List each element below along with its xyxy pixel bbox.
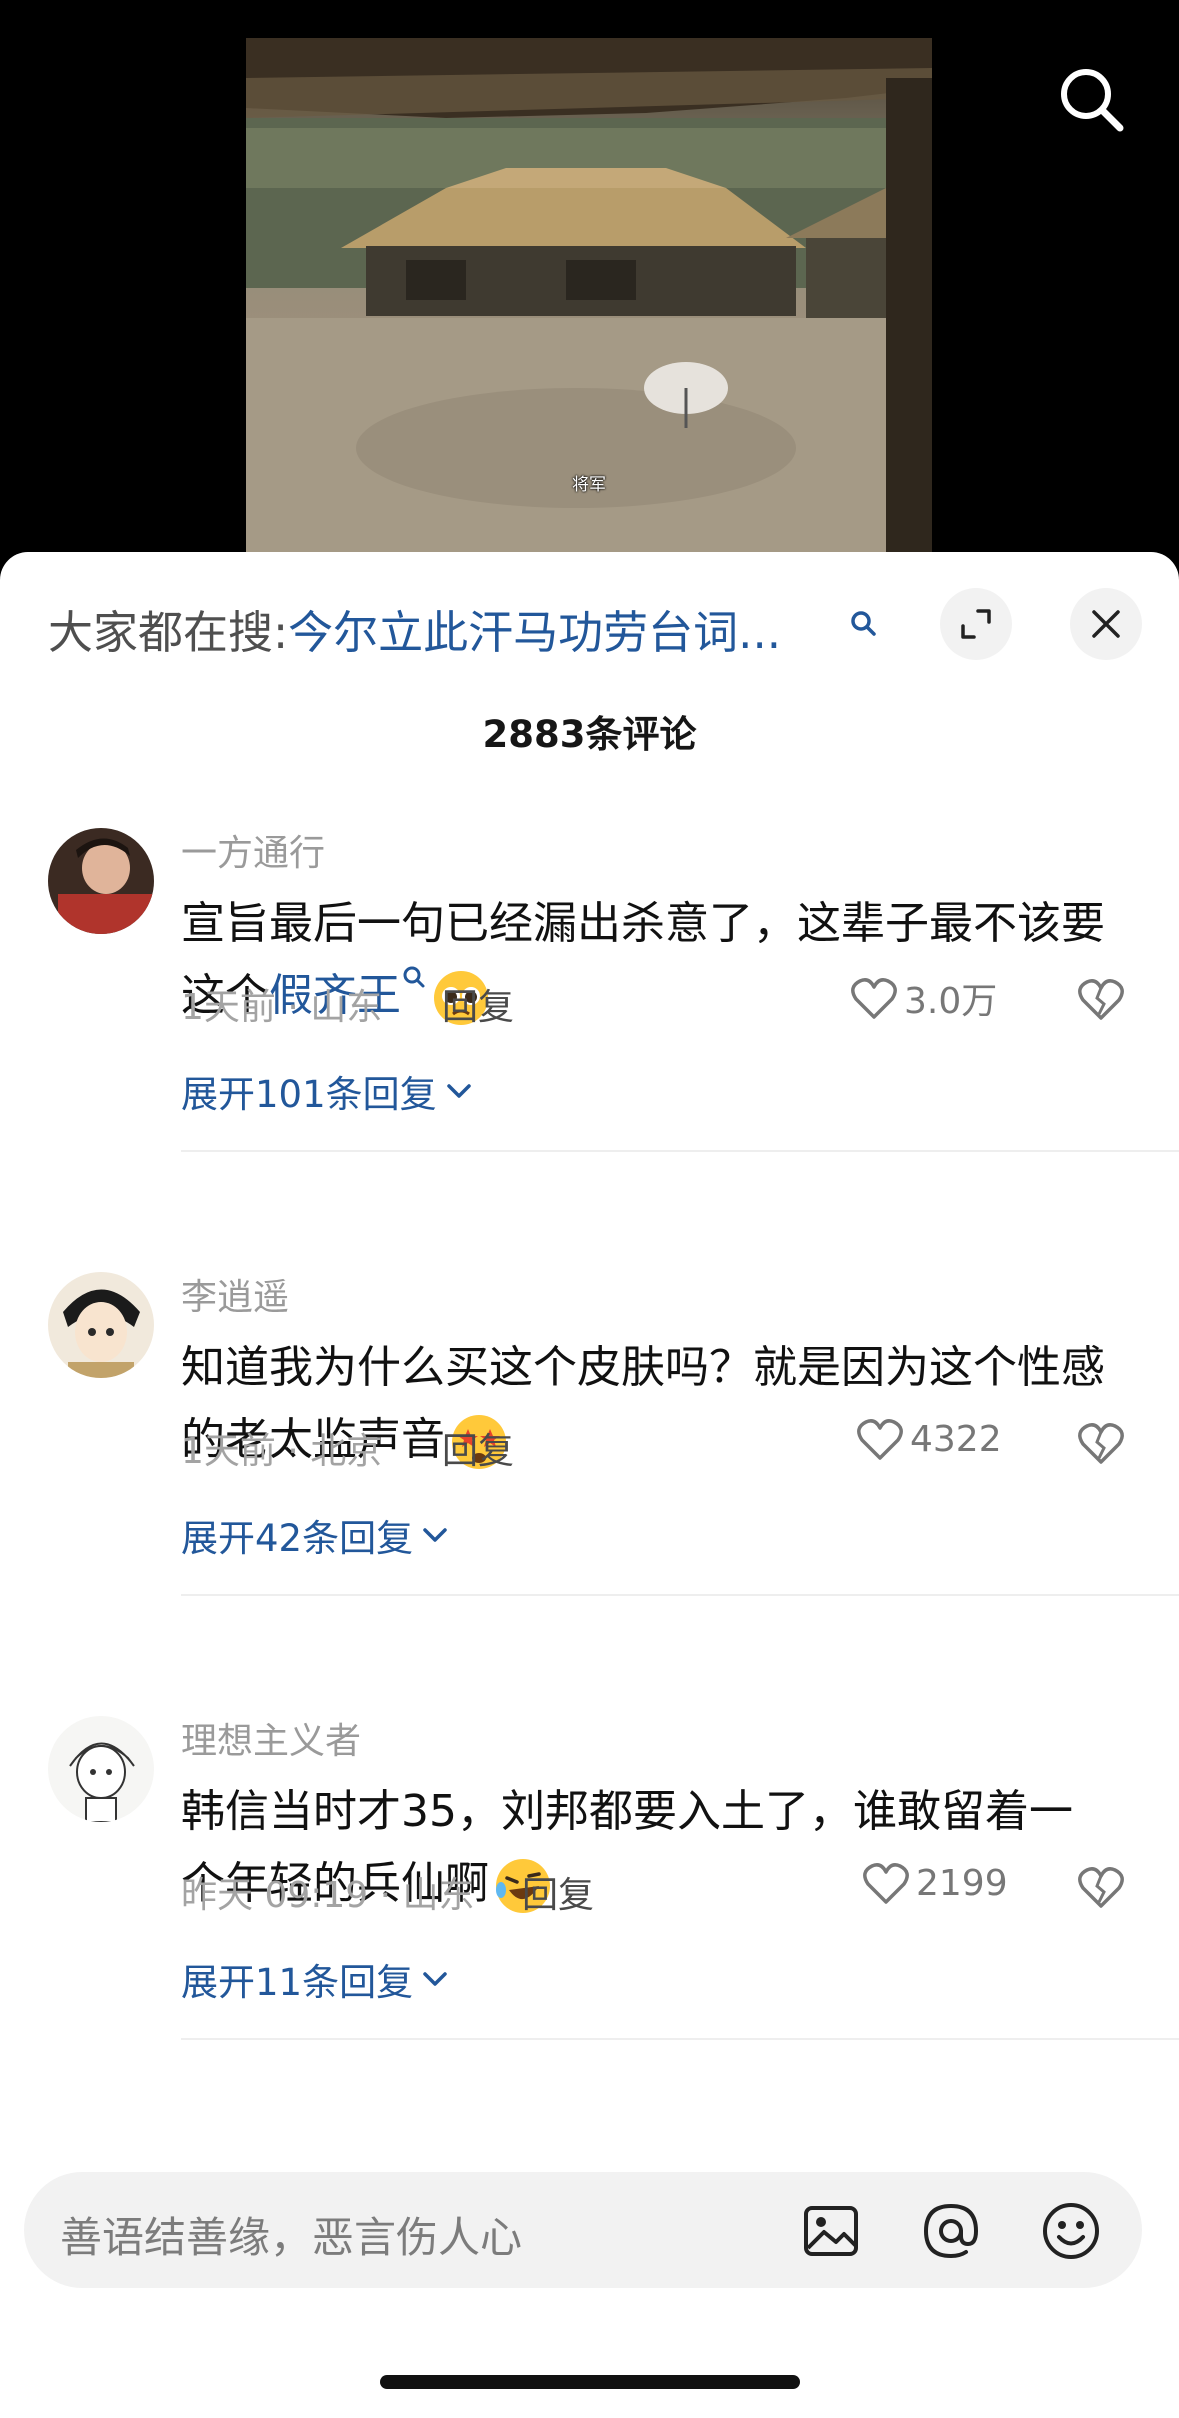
like-button[interactable]: 2199 [862,1860,1008,1906]
comment-count: 2883条评论 [482,713,697,756]
search-icon[interactable] [401,964,427,992]
divider [181,1594,1179,1596]
close-button[interactable] [1070,588,1142,660]
video-subtitle: 将军 [572,475,606,495]
comment-time-location: 1天前 · 山东 [181,987,383,1028]
avatar[interactable] [48,1716,154,1822]
broken-heart-icon[interactable] [1076,1418,1126,1468]
chevron-down-icon [446,1084,471,1098]
expand-replies-label: 展开101条回复 [181,1073,437,1116]
avatar[interactable] [48,1272,154,1378]
reply-button[interactable]: 回复 [442,978,514,1030]
comment-input[interactable]: 善语结善缘，恶言伤人心 [24,2172,1142,2288]
heart-icon [857,1419,903,1460]
trending-search-prefix: 大家都在搜: [48,605,289,659]
comment-author[interactable]: 李逍遥 [181,1268,289,1320]
like-count: 4322 [910,1418,1002,1460]
comment-sheet: 大家都在搜: 今尔立此汗马功劳台词... 2883条评论 一方通行 宣旨最后一句… [0,552,1179,2418]
expand-replies-link[interactable]: 展开11条回复 [181,1952,451,2006]
expand-replies-link[interactable]: 展开42条回复 [181,1508,451,1562]
heart-icon [863,1863,909,1904]
chevron-down-icon [423,1972,447,1986]
expand-button[interactable] [940,588,1012,660]
image-icon[interactable] [800,2200,862,2262]
like-button[interactable]: 4322 [856,1416,1002,1462]
expand-replies-label: 展开11条回复 [181,1961,414,2004]
like-count: 3.0万 [904,981,998,1022]
chevron-down-icon [423,1528,447,1542]
like-button[interactable]: 3.0万 [850,972,997,1024]
close-icon [1092,610,1120,638]
divider [181,1150,1179,1152]
trending-search-query[interactable]: 今尔立此汗马功劳台词... [288,596,781,661]
divider [181,2038,1179,2040]
home-indicator[interactable] [380,2375,800,2389]
comment-time-location: 1天前 · 北京 [181,1431,383,1472]
heart-icon [851,978,897,1019]
search-icon[interactable] [848,608,878,642]
comment-input-placeholder: 善语结善缘，恶言伤人心 [60,2213,523,2262]
expand-icon [961,609,991,639]
broken-heart-icon[interactable] [1076,1862,1126,1912]
mention-icon[interactable] [920,2200,982,2262]
comment-author[interactable]: 理想主义者 [181,1712,361,1764]
broken-heart-icon[interactable] [1076,974,1126,1024]
emoji-icon[interactable] [1040,2200,1102,2262]
top-search-button[interactable] [1056,64,1126,134]
search-icon [1061,69,1124,132]
comment-author[interactable]: 一方通行 [181,824,325,876]
trending-search-bar[interactable]: 大家都在搜: 今尔立此汗马功劳台词... [48,596,781,661]
expand-replies-label: 展开42条回复 [181,1517,414,1560]
comment-time-location: 昨天 09:19 · 山东 [181,1875,475,1916]
video-frame[interactable]: 将军 [246,38,932,560]
reply-button[interactable]: 回复 [442,1422,514,1474]
reply-button[interactable]: 回复 [522,1866,594,1918]
like-count: 2199 [916,1862,1008,1904]
video-player[interactable]: 将军 [0,0,1179,560]
expand-replies-link[interactable]: 展开101条回复 [181,1064,475,1118]
avatar[interactable] [48,828,154,934]
